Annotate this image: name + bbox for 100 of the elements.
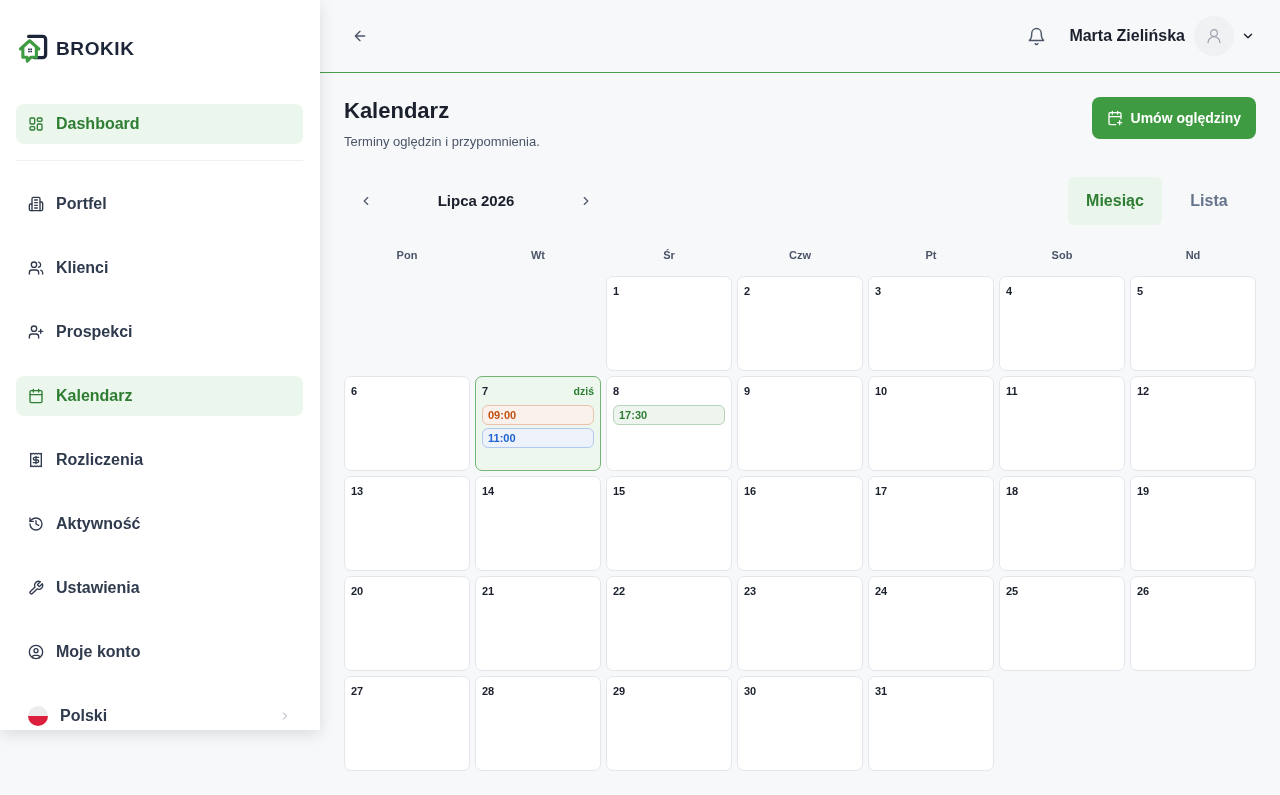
wrench-icon	[28, 580, 44, 596]
calendar-plus-icon	[1106, 110, 1123, 126]
day-number: 21	[482, 584, 495, 598]
day-cell[interactable]: 7 dziś 09:00 11:00	[475, 376, 601, 471]
schedule-viewing-button[interactable]: Umów oględziny	[1091, 97, 1256, 139]
day-number: 24	[875, 584, 888, 598]
day-cell[interactable]: 15	[606, 476, 732, 571]
day-cell[interactable]: 16	[737, 476, 863, 571]
nav-item[interactable]: Aktywność	[16, 504, 303, 544]
day-cell[interactable]: 27	[344, 676, 470, 771]
user-circle-icon	[28, 644, 44, 660]
weekday-label: Pon	[395, 247, 419, 263]
nav-item[interactable]: Ustawienia	[16, 568, 303, 608]
day-cell[interactable]: 12	[1130, 376, 1256, 471]
day-cell[interactable]: 29	[606, 676, 732, 771]
day-number: 18	[1006, 484, 1019, 498]
day-cell[interactable]: 9	[737, 376, 863, 471]
day-number: 8	[613, 384, 620, 398]
day-cell[interactable]: 31	[868, 676, 994, 771]
day-cell[interactable]: 18	[999, 476, 1125, 571]
grid-icon	[28, 116, 44, 132]
day-number: 5	[1137, 284, 1144, 298]
day-number: 10	[875, 384, 888, 398]
day-number: 15	[613, 484, 626, 498]
day-number: 22	[613, 584, 626, 598]
day-cell[interactable]: 24	[868, 576, 994, 671]
day-number: 9	[744, 384, 751, 398]
nav-item[interactable]: Kalendarz	[16, 376, 303, 416]
day-number: 28	[482, 684, 495, 698]
language-selector[interactable]: Polski	[16, 696, 303, 730]
page-subtitle: Terminy oględzin i przypomnienia.	[344, 133, 540, 151]
receipt-icon	[28, 452, 44, 468]
day-number: 13	[351, 484, 364, 498]
flag-icon	[28, 706, 48, 726]
nav-item[interactable]: Moje konto	[16, 632, 303, 672]
history-icon	[28, 516, 44, 532]
view-tab[interactable]: Lista	[1162, 177, 1256, 225]
day-cell[interactable]: 3	[868, 276, 994, 371]
day-number: 16	[744, 484, 757, 498]
logo-icon	[18, 32, 49, 64]
building-icon	[28, 196, 44, 212]
day-number: 26	[1137, 584, 1150, 598]
calendar-icon	[28, 388, 44, 404]
day-number: 30	[744, 684, 757, 698]
day-number: 2	[744, 284, 751, 298]
day-number: 20	[351, 584, 364, 598]
day-number: 19	[1137, 484, 1150, 498]
people-icon	[28, 260, 44, 276]
day-cell[interactable]: 17	[868, 476, 994, 571]
day-cell[interactable]: 2	[737, 276, 863, 371]
weekday-label: Wt	[529, 247, 546, 263]
day-cell[interactable]: 23	[737, 576, 863, 671]
nav-item[interactable]: Portfel	[16, 184, 303, 224]
day-cell[interactable]: 25	[999, 576, 1125, 671]
day-cell[interactable]: 20	[344, 576, 470, 671]
weekday-label: Śr	[662, 247, 676, 263]
day-cell[interactable]: 21	[475, 576, 601, 671]
day-cell[interactable]: 5	[1130, 276, 1256, 371]
view-tab[interactable]: Miesiąc	[1068, 177, 1162, 225]
user-name: Marta Zielińska	[1069, 26, 1185, 46]
event-chip[interactable]: 17:30	[613, 405, 725, 425]
day-number: 14	[482, 484, 495, 498]
page-title: Kalendarz	[344, 97, 451, 125]
day-cell[interactable]: 6	[344, 376, 470, 471]
day-cell[interactable]: 14	[475, 476, 601, 571]
day-number: 6	[351, 384, 358, 398]
event-chip[interactable]: 11:00	[482, 428, 594, 448]
day-number: 1	[613, 284, 620, 298]
bell-icon	[1026, 26, 1046, 46]
day-cell[interactable]: 13	[344, 476, 470, 571]
day-cell[interactable]: 11	[999, 376, 1125, 471]
day-cell[interactable]: 8 17:30	[606, 376, 732, 471]
day-cell[interactable]: 19	[1130, 476, 1256, 571]
month-title: Lipca 2026	[436, 190, 516, 211]
day-cell[interactable]: 26	[1130, 576, 1256, 671]
day-cell[interactable]: 4	[999, 276, 1125, 371]
day-cell[interactable]: 28	[475, 676, 601, 771]
day-number: 11	[1006, 384, 1018, 398]
day-number: 12	[1137, 384, 1150, 398]
day-cell[interactable]: 1	[606, 276, 732, 371]
day-number: 3	[875, 284, 882, 298]
day-number: 4	[1006, 284, 1013, 298]
day-cell[interactable]: 30	[737, 676, 863, 771]
nav-item[interactable]: Klienci	[16, 248, 303, 288]
day-number: 17	[875, 484, 888, 498]
back-arrow-icon	[352, 28, 368, 44]
user-plus-icon	[28, 324, 44, 340]
day-number: 31	[875, 684, 888, 698]
day-cell[interactable]: 10	[868, 376, 994, 471]
weekday-label: Sob	[1050, 247, 1074, 263]
nav-item[interactable]: Rozliczenia	[16, 440, 303, 480]
day-number: 29	[613, 684, 626, 698]
event-chip[interactable]: 09:00	[482, 405, 594, 425]
weekday-label: Pt	[924, 247, 938, 263]
day-number: 7	[482, 384, 489, 398]
day-cell[interactable]: 22	[606, 576, 732, 671]
weekday-label: Nd	[1184, 247, 1202, 263]
nav-item[interactable]: Dashboard	[16, 104, 303, 144]
nav-item[interactable]: Prospekci	[16, 312, 303, 352]
day-number: 23	[744, 584, 757, 598]
